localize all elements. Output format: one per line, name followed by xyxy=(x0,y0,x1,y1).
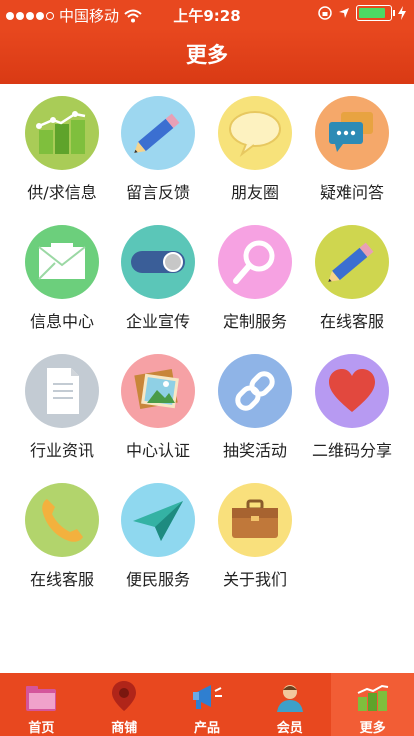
menu-item[interactable]: 供/求信息 xyxy=(12,96,112,203)
tab-label: 更多 xyxy=(359,721,386,736)
menu-item[interactable]: 留言反馈 xyxy=(108,96,208,203)
page-title: 更多 xyxy=(0,28,414,84)
toggle-icon xyxy=(121,225,195,299)
menu-item-label: 关于我们 xyxy=(222,570,287,589)
menu-item[interactable]: 在线客服 xyxy=(302,225,402,332)
status-right xyxy=(318,5,406,21)
menu-item[interactable]: 行业资讯 xyxy=(12,354,112,461)
briefcase-icon xyxy=(218,483,292,557)
tab-label: 商铺 xyxy=(111,721,138,736)
menu-item[interactable]: 关于我们 xyxy=(205,483,305,590)
map-pin-icon xyxy=(83,673,166,713)
tab-bar: 首页 商铺 产品 会员 更多 xyxy=(0,673,414,736)
charging-icon xyxy=(398,6,406,20)
menu-item[interactable]: 二维码分享 xyxy=(302,354,402,461)
tab-3[interactable]: 会员 xyxy=(248,673,331,736)
location-icon xyxy=(339,8,349,18)
rotation-lock-icon xyxy=(318,6,332,20)
speech-bubble-icon xyxy=(218,96,292,170)
menu-item-label: 便民服务 xyxy=(125,570,190,589)
menu-item[interactable]: 定制服务 xyxy=(205,225,305,332)
tab-label: 会员 xyxy=(276,721,303,736)
menu-item-label: 疑难问答 xyxy=(319,183,384,202)
menu-item-label: 企业宣传 xyxy=(125,312,190,331)
link-icon xyxy=(218,354,292,428)
menu-item-label: 信息中心 xyxy=(29,312,94,331)
menu-item-label: 留言反馈 xyxy=(125,183,190,202)
document-icon xyxy=(25,354,99,428)
menu-item-label: 抽奖活动 xyxy=(222,441,287,460)
tab-1[interactable]: 商铺 xyxy=(83,673,166,736)
pencil-icon xyxy=(315,225,389,299)
pencil-icon xyxy=(121,96,195,170)
paper-plane-icon xyxy=(121,483,195,557)
menu-item-label: 行业资讯 xyxy=(29,441,94,460)
tab-label: 产品 xyxy=(193,721,220,736)
menu-item[interactable]: 企业宣传 xyxy=(108,225,208,332)
magnifier-icon xyxy=(218,225,292,299)
bar-chart-icon xyxy=(331,673,414,713)
tab-label: 首页 xyxy=(28,721,55,736)
picture-icon xyxy=(121,354,195,428)
tab-2[interactable]: 产品 xyxy=(166,673,249,736)
menu-item-label: 供/求信息 xyxy=(27,183,97,202)
phone-icon xyxy=(25,483,99,557)
heart-icon xyxy=(315,354,389,428)
menu-item[interactable]: 便民服务 xyxy=(108,483,208,590)
menu-item-label: 在线客服 xyxy=(319,312,384,331)
menu-item-label: 定制服务 xyxy=(222,312,287,331)
menu-item-label: 二维码分享 xyxy=(311,441,392,460)
tab-4[interactable]: 更多 xyxy=(331,673,414,736)
folder-icon xyxy=(0,673,83,713)
menu-item-label: 朋友圈 xyxy=(230,183,279,202)
status-bar: 中国移动 上午9:28 xyxy=(0,0,414,28)
menu-item[interactable]: 抽奖活动 xyxy=(205,354,305,461)
menu-item[interactable]: 中心认证 xyxy=(108,354,208,461)
menu-item[interactable]: 在线客服 xyxy=(12,483,112,590)
megaphone-icon xyxy=(166,673,249,713)
menu-item-label: 中心认证 xyxy=(125,441,190,460)
menu-item-label: 在线客服 xyxy=(29,570,94,589)
battery-icon xyxy=(356,5,395,21)
tab-0[interactable]: 首页 xyxy=(0,673,83,736)
user-icon xyxy=(248,673,331,713)
menu-item[interactable]: 疑难问答 xyxy=(302,96,402,203)
menu-item[interactable]: 朋友圈 xyxy=(205,96,305,203)
menu-item[interactable]: 信息中心 xyxy=(12,225,112,332)
envelope-icon xyxy=(25,225,99,299)
bar-chart-icon xyxy=(25,96,99,170)
chat-bubbles-icon xyxy=(315,96,389,170)
